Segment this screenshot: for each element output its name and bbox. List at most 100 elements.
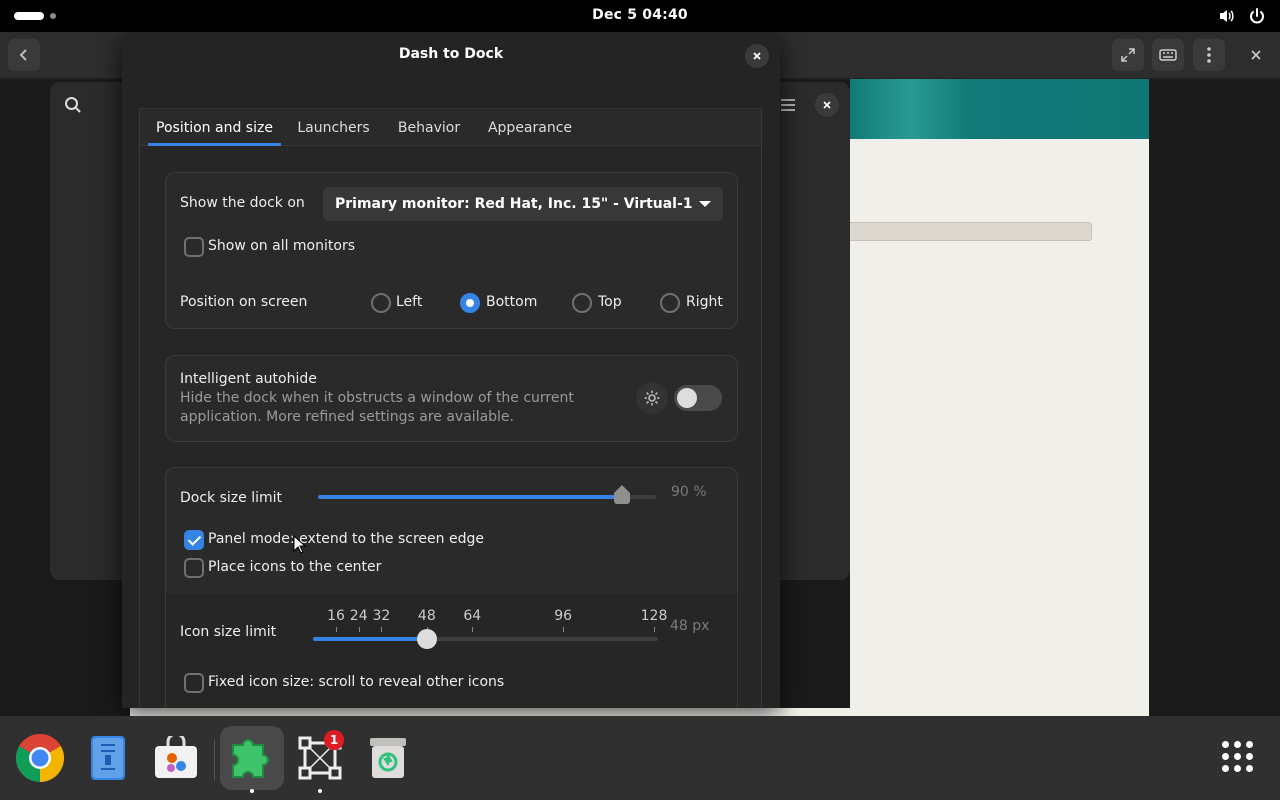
icon-size-section: Icon size limit 16 24 32 48 64 96 128 48 px xyxy=(166,594,737,708)
position-radio-left[interactable] xyxy=(371,293,391,313)
show-all-monitors-checkbox[interactable] xyxy=(184,237,204,257)
grid-dot xyxy=(1234,741,1241,748)
icon-size-slider-handle[interactable] xyxy=(416,629,437,649)
tab-appearance[interactable]: Appearance xyxy=(480,109,580,146)
dock-item-screenshot-tool[interactable]: 1 xyxy=(288,726,352,793)
more-menu-button[interactable] xyxy=(1193,39,1225,71)
webpage-header-banner xyxy=(850,79,1149,139)
close-icon xyxy=(753,52,761,60)
show-apps-button[interactable] xyxy=(1222,741,1253,772)
software-store-icon xyxy=(155,736,197,778)
grid-dot xyxy=(1222,753,1229,760)
grid-dot xyxy=(1222,765,1229,772)
center-icons-checkbox[interactable] xyxy=(184,558,204,578)
tab-bar: Position and size Launchers Behavior App… xyxy=(140,109,761,146)
icon-size-tick-label: 32 xyxy=(372,608,391,624)
position-radio-top[interactable] xyxy=(572,293,592,313)
show-all-monitors-label[interactable]: Show on all monitors xyxy=(208,238,355,254)
grid-dot xyxy=(1246,741,1253,748)
fixed-icon-size-label[interactable]: Fixed icon size: scroll to reveal other … xyxy=(208,674,504,690)
clock[interactable]: Dec 5 04:40 xyxy=(0,7,1280,23)
toggle-knob xyxy=(677,388,697,408)
autohide-toggle[interactable] xyxy=(674,385,722,411)
autohide-card: Intelligent autohide Hide the dock when … xyxy=(165,355,738,442)
autohide-settings-button[interactable] xyxy=(636,382,668,414)
icon-size-tick-mark xyxy=(381,627,383,632)
dock-size-slider-handle[interactable] xyxy=(612,484,632,506)
monitor-dropdown[interactable]: Primary monitor: Red Hat, Inc. 15" - Vir… xyxy=(323,187,723,221)
system-status-area[interactable] xyxy=(1218,7,1266,25)
dock-size-slider-fill xyxy=(318,495,623,499)
running-indicator xyxy=(318,789,322,793)
icon-size-tick-label: 64 xyxy=(463,608,482,624)
webpage-input-field[interactable] xyxy=(850,222,1092,241)
position-bottom-label[interactable]: Bottom xyxy=(486,294,537,310)
autohide-description-line2: application. More refined settings are a… xyxy=(180,409,514,425)
hamburger-menu-icon[interactable] xyxy=(780,98,796,112)
dock-item-extensions[interactable] xyxy=(220,726,284,793)
position-card: Show the dock on Primary monitor: Red Ha… xyxy=(165,172,738,329)
chevron-down-icon xyxy=(699,201,711,207)
close-icon xyxy=(823,101,831,109)
icon-size-slider[interactable] xyxy=(313,637,658,641)
dock-item-text-editor[interactable] xyxy=(76,726,140,790)
dialog-close-button[interactable] xyxy=(745,44,769,68)
position-radio-bottom[interactable] xyxy=(460,293,480,313)
running-indicator xyxy=(250,789,254,793)
position-left-label[interactable]: Left xyxy=(396,294,422,310)
dock-size-label: Dock size limit xyxy=(180,490,282,506)
autohide-title: Intelligent autohide xyxy=(180,371,317,387)
tab-launchers[interactable]: Launchers xyxy=(289,109,378,146)
background-webpage-bottom xyxy=(130,708,1149,716)
position-on-screen-label: Position on screen xyxy=(180,294,308,310)
dock-item-chrome[interactable] xyxy=(8,726,72,790)
position-radio-right[interactable] xyxy=(660,293,680,313)
icon-size-tick-mark xyxy=(563,627,565,632)
close-window-button[interactable] xyxy=(1248,47,1264,67)
background-settings-panel-right xyxy=(778,82,850,580)
close-icon xyxy=(1251,50,1261,60)
dock-item-trash[interactable] xyxy=(356,726,420,790)
chrome-icon xyxy=(15,734,65,783)
size-card: Dock size limit 90 % Panel mode: extend … xyxy=(165,467,738,708)
keyboard-icon xyxy=(1159,49,1177,61)
grid-dot xyxy=(1234,753,1241,760)
position-top-label[interactable]: Top xyxy=(598,294,622,310)
icon-size-tick-mark xyxy=(472,627,474,632)
keyboard-button[interactable] xyxy=(1152,39,1184,71)
fullscreen-button[interactable] xyxy=(1112,39,1144,71)
vertical-dots-icon xyxy=(1207,47,1211,63)
icon-size-tick-mark xyxy=(654,627,655,632)
dock-item-software[interactable] xyxy=(144,726,208,790)
tab-position-and-size[interactable]: Position and size xyxy=(148,109,281,146)
icon-size-tick-label: 128 xyxy=(640,608,668,624)
fixed-icon-size-checkbox[interactable] xyxy=(184,673,204,693)
chevron-left-icon xyxy=(19,49,27,61)
grid-dot xyxy=(1222,741,1229,748)
position-right-label[interactable]: Right xyxy=(686,294,723,310)
gear-icon xyxy=(644,390,660,406)
grid-dot xyxy=(1246,753,1253,760)
settings-notebook: Position and size Launchers Behavior App… xyxy=(139,108,762,708)
grid-dot xyxy=(1234,765,1241,772)
icon-size-tick-label: 16 xyxy=(327,608,345,624)
icon-size-label: Icon size limit xyxy=(180,624,277,640)
dock-size-slider[interactable] xyxy=(318,495,656,499)
expand-icon xyxy=(1121,48,1135,62)
grid-dot xyxy=(1246,765,1253,772)
back-button[interactable] xyxy=(8,39,40,71)
background-webpage xyxy=(850,79,1149,716)
icon-size-tick-mark xyxy=(336,627,337,632)
background-close-button[interactable] xyxy=(815,93,839,117)
search-icon[interactable] xyxy=(64,96,82,114)
mouse-pointer-icon xyxy=(293,535,307,554)
icon-size-tick-label: 48 xyxy=(417,608,436,624)
panel-mode-label[interactable]: Panel mode: extend to the screen edge xyxy=(208,531,484,547)
notification-badge: 1 xyxy=(324,730,344,750)
icon-size-tick-label: 24 xyxy=(349,608,368,624)
power-icon xyxy=(1250,8,1264,24)
puzzle-piece-icon xyxy=(232,739,269,778)
center-icons-label[interactable]: Place icons to the center xyxy=(208,559,381,575)
panel-mode-checkbox[interactable] xyxy=(184,530,204,550)
tab-behavior[interactable]: Behavior xyxy=(388,109,470,146)
